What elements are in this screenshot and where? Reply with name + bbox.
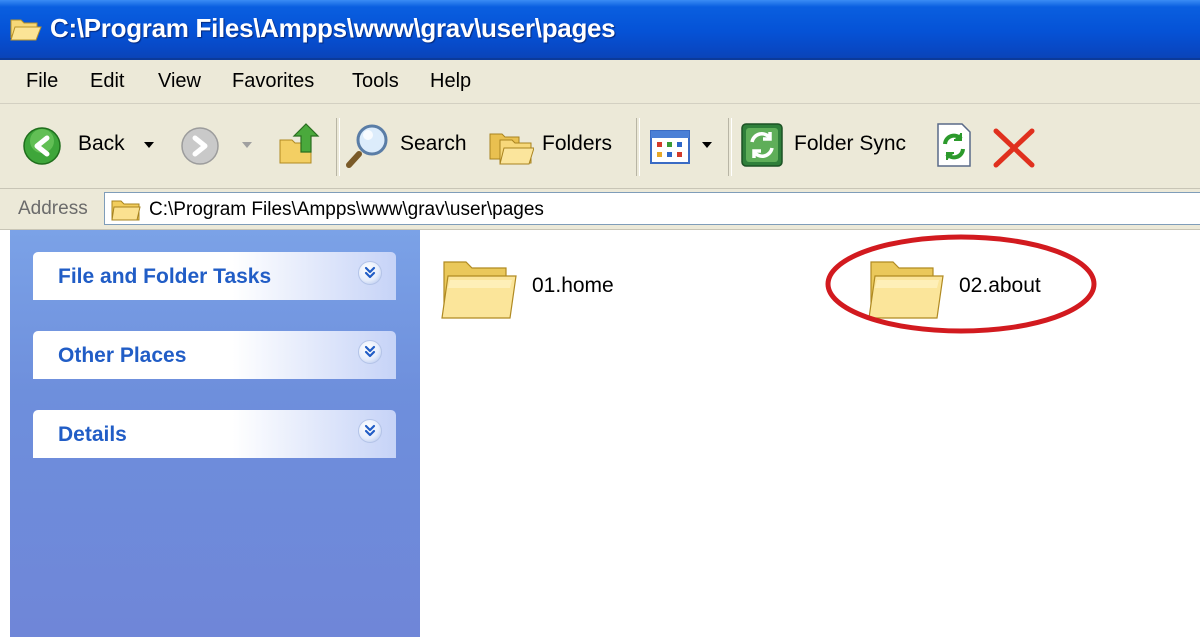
folders-icon	[489, 133, 534, 165]
menu-file[interactable]: File	[24, 70, 60, 93]
folder-sync-button[interactable]: Folder Sync	[740, 104, 920, 188]
magnifier-icon	[346, 124, 388, 168]
address-bar: Address C:\Program Files\Ampps\www\grav\…	[0, 189, 1200, 230]
menu-bar: File Edit View Favorites Tools Help	[0, 60, 1200, 104]
chevron-double-down-icon[interactable]	[358, 261, 382, 285]
delete-x-icon	[993, 128, 1035, 168]
details-panel[interactable]: Details	[33, 410, 396, 458]
delete-button[interactable]	[992, 104, 1040, 188]
toolbar-separator	[728, 118, 732, 176]
file-and-folder-tasks-panel[interactable]: File and Folder Tasks	[33, 252, 396, 300]
toolbar-separator	[636, 118, 640, 176]
address-label: Address	[18, 198, 88, 219]
folder-label: 01.home	[532, 274, 614, 297]
menu-view[interactable]: View	[156, 70, 203, 93]
up-folder-icon	[279, 123, 320, 164]
address-input[interactable]: C:\Program Files\Ampps\www\grav\user\pag…	[104, 192, 1200, 225]
folder-open-icon	[10, 19, 42, 41]
refresh-button[interactable]	[934, 104, 978, 188]
chevron-double-down-icon[interactable]	[358, 340, 382, 364]
back-button[interactable]: Back	[22, 104, 162, 188]
folder-item-home[interactable]: 01.home	[438, 252, 658, 332]
address-value: C:\Program Files\Ampps\www\grav\user\pag…	[149, 199, 544, 220]
menu-favorites[interactable]: Favorites	[230, 70, 316, 93]
search-button[interactable]: Search	[346, 104, 476, 188]
menu-tools[interactable]: Tools	[350, 70, 401, 93]
folder-sync-icon	[741, 123, 783, 167]
toolbar: Back Search Folders Folder Sync	[0, 104, 1200, 189]
panel-title: Other Places	[58, 344, 187, 367]
folders-label: Folders	[542, 132, 613, 155]
back-label: Back	[78, 132, 125, 155]
search-label: Search	[400, 132, 467, 155]
toolbar-separator	[336, 118, 340, 176]
menu-edit[interactable]: Edit	[88, 70, 126, 93]
highlight-annotation	[825, 234, 1097, 334]
back-dropdown-icon[interactable]	[144, 142, 154, 148]
chevron-double-down-icon[interactable]	[358, 419, 382, 443]
window-border	[0, 230, 10, 637]
forward-arrow-icon	[181, 127, 219, 165]
forward-button[interactable]	[180, 104, 260, 188]
up-button[interactable]	[276, 104, 326, 188]
explorer-window: C:\Program Files\Ampps\www\grav\user\pag…	[0, 0, 1200, 637]
menu-help[interactable]: Help	[428, 70, 473, 93]
views-dropdown-icon[interactable]	[702, 142, 712, 148]
folder-content: 01.home 02.about	[420, 230, 1200, 637]
task-pane: File and Folder Tasks Other Places Detai…	[10, 230, 420, 637]
views-button[interactable]	[650, 104, 718, 188]
folder-icon	[111, 200, 141, 221]
views-icon	[650, 130, 690, 164]
forward-dropdown-icon[interactable]	[242, 142, 252, 148]
back-arrow-icon	[23, 127, 61, 165]
refresh-icon	[937, 123, 971, 167]
folders-button[interactable]: Folders	[488, 104, 618, 188]
panel-title: Details	[58, 423, 127, 446]
panel-title: File and Folder Tasks	[58, 265, 272, 288]
title-bar[interactable]: C:\Program Files\Ampps\www\grav\user\pag…	[0, 0, 1200, 60]
folder-icon	[441, 261, 517, 319]
folder-sync-label: Folder Sync	[794, 132, 907, 155]
other-places-panel[interactable]: Other Places	[33, 331, 396, 379]
window-title: C:\Program Files\Ampps\www\grav\user\pag…	[50, 13, 616, 43]
